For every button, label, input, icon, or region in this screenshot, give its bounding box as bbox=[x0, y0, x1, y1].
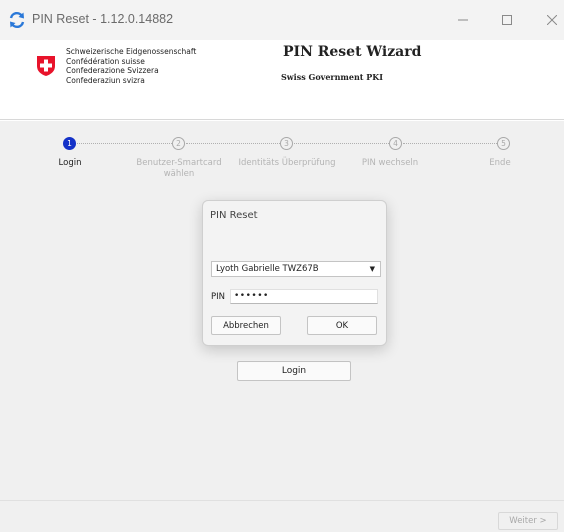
confederation-line: Schweizerische Eidgenossenschaft bbox=[66, 47, 197, 56]
step-3-indicator: 3 bbox=[280, 137, 293, 150]
wizard-header: Schweizerische Eidgenossenschaft Confédé… bbox=[0, 40, 564, 120]
step-3-label: Identitäts Überprüfung bbox=[238, 158, 336, 168]
pin-input[interactable]: •••••• bbox=[230, 289, 378, 304]
step-connector bbox=[77, 143, 172, 144]
wizard-footer: Weiter > bbox=[0, 500, 564, 532]
cancel-button[interactable]: Abbrechen bbox=[211, 316, 281, 335]
window-title: PIN Reset - 1.12.0.14882 bbox=[32, 12, 174, 26]
step-4-indicator: 4 bbox=[389, 137, 402, 150]
minimize-button[interactable] bbox=[448, 8, 478, 32]
refresh-app-icon bbox=[9, 11, 25, 29]
maximize-button[interactable] bbox=[492, 8, 522, 32]
step-1-indicator: 1 bbox=[63, 137, 76, 150]
confederation-line: Confederazione Svizzera bbox=[66, 66, 159, 76]
step-4-label: PIN wechseln bbox=[361, 158, 419, 168]
maximize-icon bbox=[502, 15, 512, 25]
title-bar: PIN Reset - 1.12.0.14882 bbox=[0, 0, 564, 40]
swiss-shield-icon bbox=[37, 56, 55, 76]
step-connector bbox=[186, 143, 280, 144]
confederation-line: Confederaziun svizra bbox=[66, 75, 145, 85]
close-icon bbox=[547, 15, 557, 25]
next-button[interactable]: Weiter > bbox=[498, 512, 558, 530]
confederation-text: Schweizerische Eidgenossenschaft Confédé… bbox=[66, 47, 196, 85]
dialog-title: PIN Reset bbox=[210, 210, 258, 221]
step-2-label: Benutzer-Smartcard wählen bbox=[136, 158, 222, 179]
login-button[interactable]: Login bbox=[237, 361, 351, 381]
step-1-label: Login bbox=[58, 158, 82, 168]
confederation-line: Confédération suisse bbox=[66, 56, 145, 66]
smartcard-select-value: Lyoth Gabrielle TWZ67B bbox=[216, 264, 319, 274]
pin-label: PIN bbox=[211, 292, 225, 302]
step-2-indicator: 2 bbox=[172, 137, 185, 150]
wizard-title: PIN Reset Wizard bbox=[283, 44, 422, 60]
smartcard-select[interactable]: Lyoth Gabrielle TWZ67B ▼ bbox=[211, 261, 381, 277]
step-5-indicator: 5 bbox=[497, 137, 510, 150]
wizard-subtitle: Swiss Government PKI bbox=[281, 72, 383, 82]
chevron-down-icon: ▼ bbox=[369, 265, 375, 273]
minimize-icon bbox=[458, 19, 468, 21]
step-5-label: Ende bbox=[489, 158, 511, 168]
step-connector bbox=[294, 143, 389, 144]
close-button[interactable] bbox=[537, 8, 564, 32]
step-connector bbox=[403, 143, 497, 144]
pin-reset-dialog: PIN Reset Lyoth Gabrielle TWZ67B ▼ PIN •… bbox=[202, 200, 387, 346]
ok-button[interactable]: OK bbox=[307, 316, 377, 335]
